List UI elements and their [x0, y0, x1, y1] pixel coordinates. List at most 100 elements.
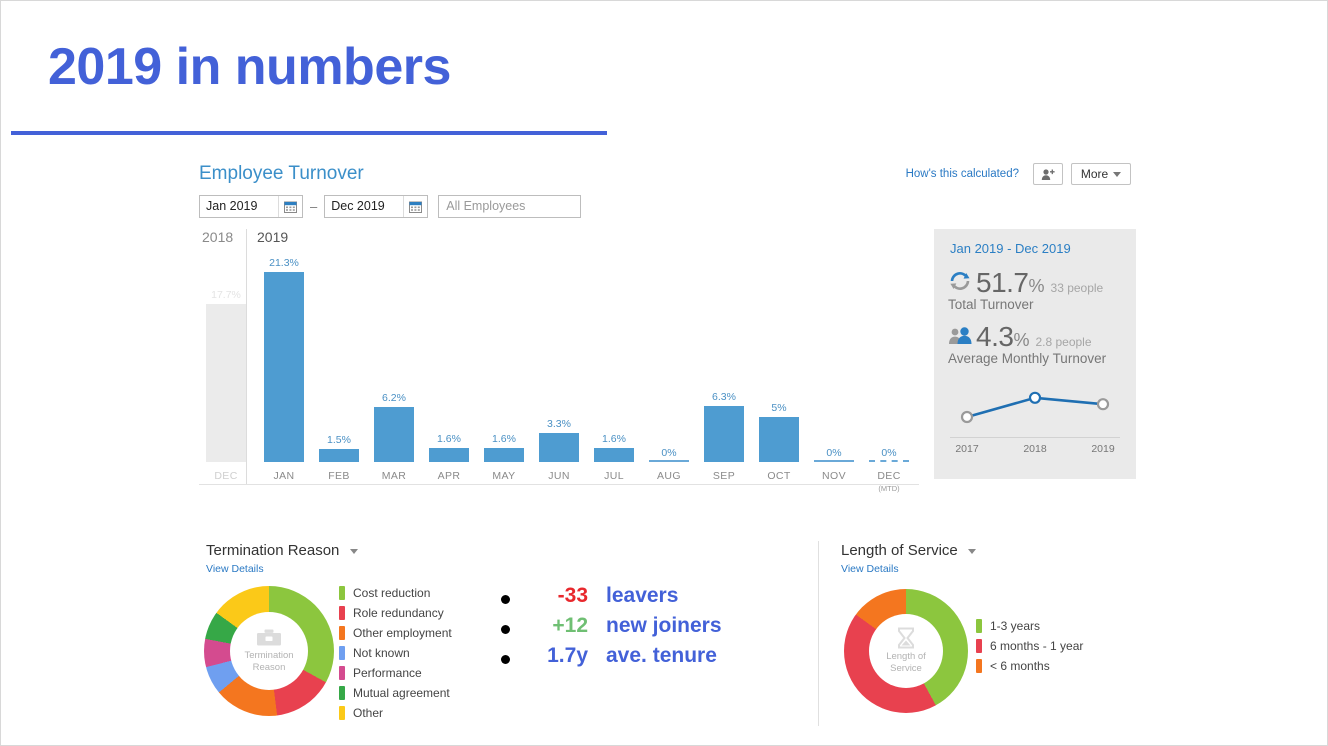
end-date-field[interactable]: Dec 2019 [324, 195, 429, 218]
title-divider [11, 131, 607, 135]
bar-column[interactable]: 1.6% APR [422, 251, 476, 484]
legend-label: Role redundancy [353, 606, 444, 620]
legend-item[interactable]: Not known [339, 643, 452, 663]
average-turnover-unit: % [1013, 330, 1030, 350]
legend-item[interactable]: 6 months - 1 year [976, 636, 1083, 656]
sparkline-year-label: 2019 [1091, 443, 1115, 455]
legend-item[interactable]: Other employment [339, 623, 452, 643]
sparkline-year-label: 2018 [1023, 443, 1047, 455]
termination-view-details-link[interactable]: View Details [206, 563, 264, 575]
legend-item[interactable]: 1-3 years [976, 616, 1083, 636]
axis-label-prev-year: 2018 [202, 229, 234, 245]
bar-value-label: 6.2% [382, 392, 406, 404]
bar-column[interactable]: 0% DEC (MTD) [862, 251, 916, 493]
bar-zero-line [814, 460, 854, 462]
bar-category-label: JUL [604, 470, 624, 482]
chart-baseline [199, 484, 919, 485]
total-turnover-label: Total Turnover [948, 297, 1034, 312]
filter-row: Jan 2019 – Dec 2019 All Employees [199, 195, 582, 218]
bar-column[interactable]: 1.6% JUL [587, 251, 641, 484]
bar-value-label: 1.5% [327, 434, 351, 446]
bar-column[interactable]: 1.6% MAY [477, 251, 531, 484]
bar-value-label: 3.3% [547, 418, 571, 430]
start-date-calendar-button[interactable] [278, 196, 302, 217]
hows-this-calculated-link[interactable]: How's this calculated? [906, 168, 1019, 180]
bar-rect [429, 448, 469, 462]
bar-category-label: APR [437, 470, 461, 482]
legend-label: Not known [353, 646, 410, 660]
legend-item[interactable]: Mutual agreement [339, 683, 452, 703]
bar-value-label: 0% [881, 447, 897, 459]
legend-swatch [339, 606, 345, 620]
bar-rect [594, 448, 634, 462]
bar-column[interactable]: 1.5% FEB [312, 251, 366, 484]
bar-column[interactable]: 5% OCT [752, 251, 806, 484]
bar-rect [374, 407, 414, 462]
bar-column[interactable]: 17.7% DEC [199, 251, 253, 484]
length-of-service-title-text: Length of Service [841, 542, 958, 559]
legend-label: Other [353, 706, 384, 720]
length-of-service-legend: 1-3 years 6 months - 1 year < 6 months [976, 616, 1083, 676]
legend-item[interactable]: Other [339, 703, 452, 723]
legend-item[interactable]: Performance [339, 663, 452, 683]
employee-filter-input[interactable]: All Employees [438, 195, 582, 218]
bar-series: 17.7% DEC 21.3% JAN 1.5% FEB 6.2% MAR 1.6% APR 1.6… [199, 251, 919, 493]
bar-column[interactable]: 21.3% JAN [257, 251, 311, 484]
legend-swatch [339, 686, 345, 700]
more-label: More [1080, 167, 1109, 181]
bullet-dot [501, 624, 510, 634]
bar-value-label: 5% [771, 402, 787, 414]
more-button[interactable]: More [1071, 163, 1131, 185]
bullet-dot [501, 594, 510, 604]
bar-column[interactable]: 6.3% SEP [697, 251, 751, 484]
bar-column[interactable]: 6.2% MAR [367, 251, 421, 484]
length-of-service-title[interactable]: Length of Service [841, 542, 976, 559]
total-turnover-unit: % [1028, 276, 1045, 296]
bar-category-label: MAR [381, 470, 407, 482]
date-range-separator: – [310, 199, 318, 214]
bar-category-sublabel: (MTD) [878, 484, 900, 493]
turnover-bar-chart: 2018 2019 17.7% DEC 21.3% JAN 1.5% FEB 6.2% MAR… [199, 229, 919, 501]
employee-turnover-card: Employee Turnover How's this calculated?… [181, 151, 1149, 521]
bar-column[interactable]: 0% AUG [642, 251, 696, 484]
start-date-field[interactable]: Jan 2019 [199, 195, 303, 218]
average-turnover-stat: 4.3 % 2.8 people Average Monthly Turnove… [948, 321, 1106, 366]
bar-zero-line [869, 460, 909, 462]
bar-value-label: 1.6% [602, 433, 626, 445]
bar-value-label: 21.3% [269, 257, 299, 269]
bar-value-label: 1.6% [437, 433, 461, 445]
end-date-calendar-button[interactable] [403, 196, 428, 217]
sparkline-point[interactable] [1096, 398, 1110, 411]
bar-zero-line [649, 460, 689, 462]
average-turnover-people: 2.8 people [1035, 335, 1092, 349]
length-of-service-donut[interactable]: Length of Service [844, 589, 968, 713]
bar-rect [206, 304, 246, 462]
add-person-button[interactable] [1033, 163, 1063, 185]
add-person-icon [1041, 168, 1055, 180]
chevron-down-icon [349, 548, 358, 554]
bar-value-label: 6.3% [712, 391, 736, 403]
termination-reason-title-text: Termination Reason [206, 542, 340, 559]
length-of-service-view-details-link[interactable]: View Details [841, 563, 899, 575]
total-turnover-people: 33 people [1050, 281, 1104, 295]
bar-category-label: MAY [492, 470, 516, 482]
turnover-summary-panel: Jan 2019 - Dec 2019 51.7 % 33 people Tot… [934, 229, 1136, 479]
turnover-trend-sparkline: 2017 2018 2019 [942, 381, 1128, 469]
legend-item[interactable]: < 6 months [976, 656, 1083, 676]
bar-column[interactable]: 0% NOV [807, 251, 861, 484]
total-turnover-value: 51.7 [976, 267, 1029, 298]
sparkline-point[interactable] [960, 410, 974, 424]
donut-ring: Termination Reason [204, 586, 334, 716]
bar-rect [704, 406, 744, 462]
start-date-value: Jan 2019 [206, 199, 258, 213]
refresh-cycle-icon [948, 270, 974, 297]
sparkline-year-label: 2017 [955, 443, 979, 455]
legend-item[interactable]: Cost reduction [339, 583, 452, 603]
bar-category-label: JAN [273, 470, 295, 482]
chevron-down-icon [967, 548, 976, 554]
bar-column[interactable]: 3.3% JUN [532, 251, 586, 484]
sparkline-point[interactable] [1028, 391, 1042, 404]
legend-item[interactable]: Role redundancy [339, 603, 452, 623]
termination-reason-title[interactable]: Termination Reason [206, 542, 358, 559]
termination-reason-donut[interactable]: Termination Reason [204, 586, 334, 716]
